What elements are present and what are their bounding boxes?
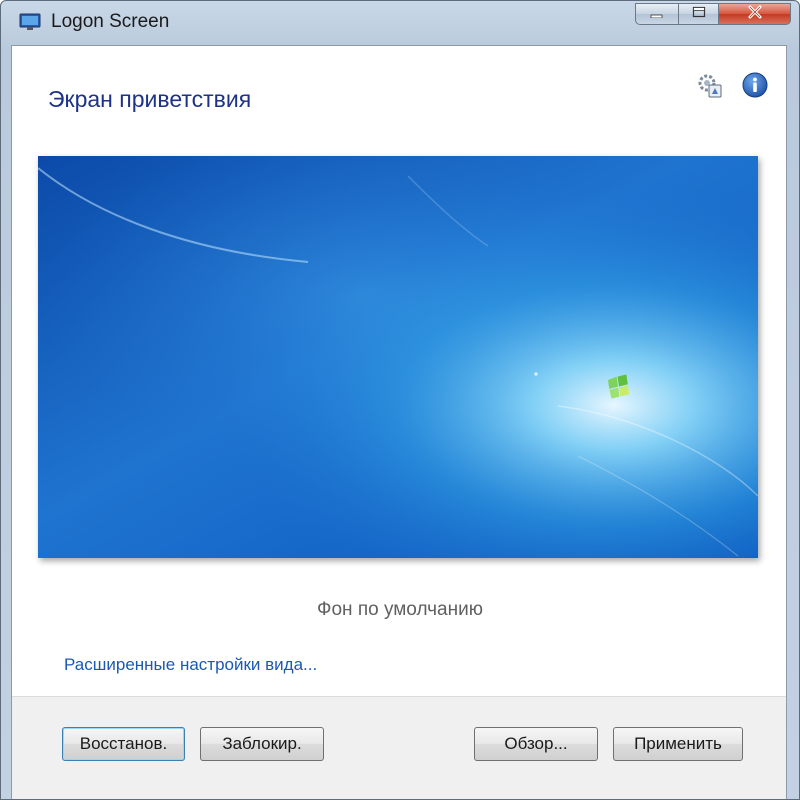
minimize-button[interactable] [635,3,679,25]
button-bar: Восстанов. Заблокир. Обзор... Применить [12,696,786,799]
page-title: Экран приветствия [48,86,252,112]
window-title: Logon Screen [51,11,170,32]
title-bar[interactable]: Logon Screen [1,1,799,45]
advanced-settings-link[interactable]: Расширенные настройки вида... [64,655,317,675]
close-button[interactable] [719,3,791,25]
logon-background-preview [38,156,758,558]
maximize-icon [692,5,706,23]
client-area: Экран приветствия Фон по умолчанию Расши… [11,45,787,799]
apply-button[interactable]: Применить [613,727,743,761]
restore-button[interactable]: Восстанов. [62,727,185,761]
info-icon[interactable] [742,72,768,98]
preview-caption: Фон по умолчанию [317,599,483,620]
app-window: Logon Screen Экран приветствия Фон по ум… [0,0,800,800]
monitor-icon [19,13,41,31]
caption-buttons [635,3,791,27]
minimize-icon [650,5,664,23]
maximize-button[interactable] [679,3,719,25]
lock-button[interactable]: Заблокир. [200,727,324,761]
settings-tools-icon[interactable] [696,72,724,100]
browse-button[interactable]: Обзор... [474,727,598,761]
close-icon [747,5,763,24]
